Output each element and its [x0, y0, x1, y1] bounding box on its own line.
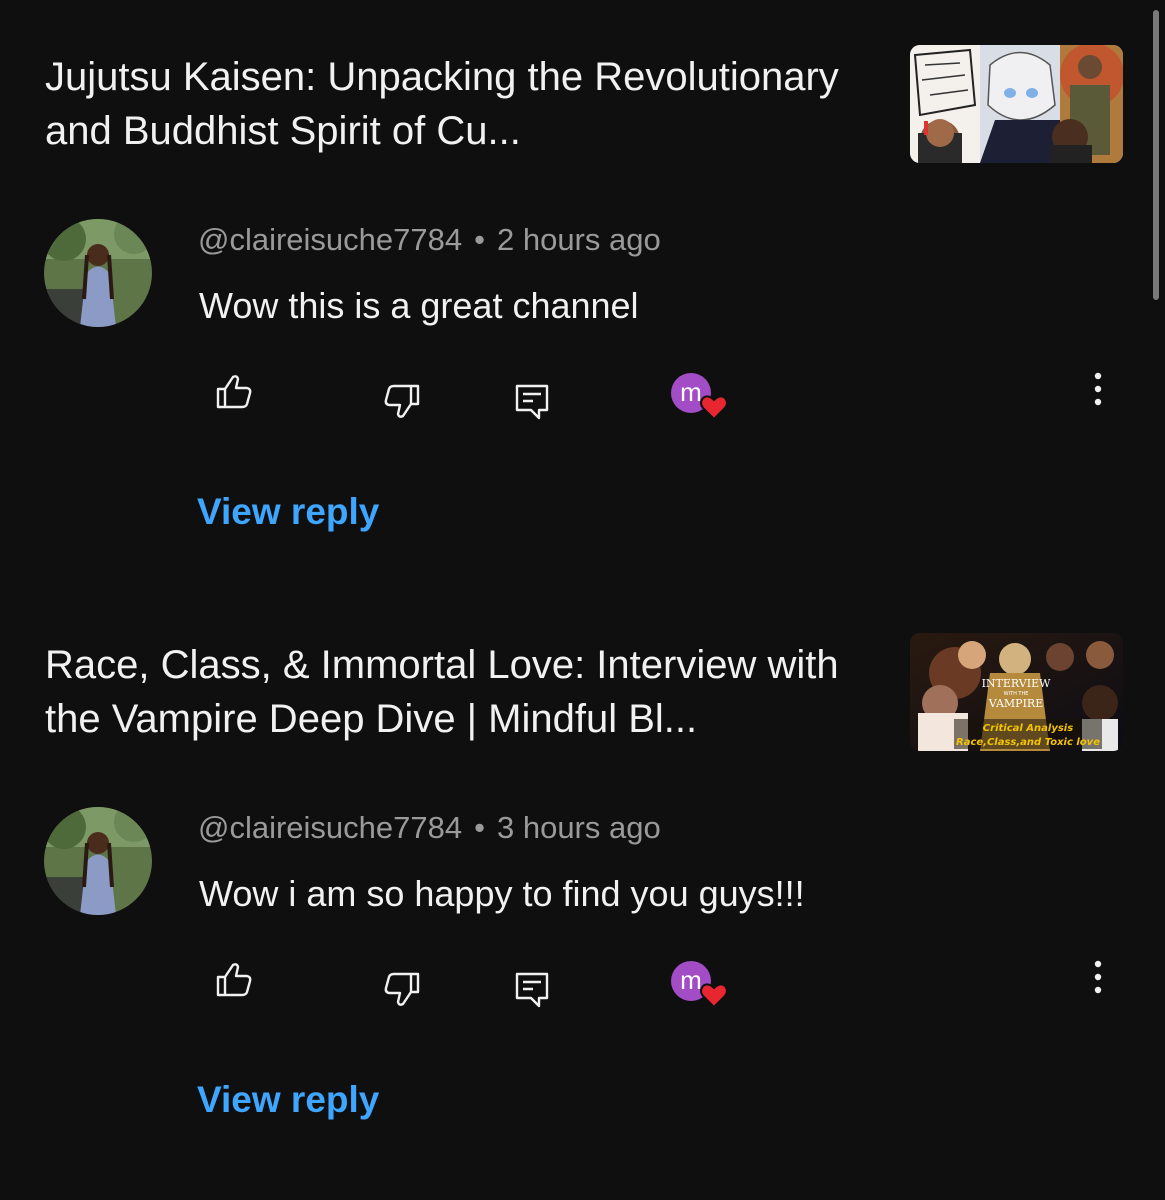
creator-heart-badge: m: [671, 373, 731, 425]
comment-text: Wow this is a great channel: [199, 285, 639, 326]
view-reply-link[interactable]: View reply: [197, 489, 379, 535]
comment-username[interactable]: @claireisuche7784: [198, 810, 462, 845]
thumbnail-caption-1: Critical Analysis: [983, 723, 1073, 734]
view-reply-link[interactable]: View reply: [197, 1077, 379, 1123]
thumbnail-caption-2: Race,Class,and Toxic love: [956, 737, 1100, 748]
thumbs-down-icon: [384, 384, 420, 418]
thumbnail-title-line1: INTERVIEW: [982, 677, 1052, 690]
like-button[interactable]: [212, 957, 256, 1001]
thumbnail-title-line3: VAMPIRE: [988, 697, 1043, 710]
creator-heart-badge: m: [671, 961, 731, 1013]
heart-icon: [700, 395, 728, 421]
dislike-button[interactable]: [380, 380, 424, 424]
more-vert-icon: [1094, 960, 1102, 994]
comment-meta: @claireisuche7784 • 2 hours ago: [198, 218, 661, 262]
video-title[interactable]: Race, Class, & Immortal Love: Interview …: [45, 638, 895, 746]
avatar[interactable]: [44, 219, 152, 327]
video-title[interactable]: Jujutsu Kaisen: Unpacking the Revolution…: [45, 50, 895, 158]
more-options-button[interactable]: [1076, 955, 1120, 999]
comment-block-1: Jujutsu Kaisen: Unpacking the Revolution…: [0, 0, 1165, 588]
reply-icon: [515, 384, 549, 420]
avatar[interactable]: [44, 807, 152, 915]
heart-icon: [700, 983, 728, 1009]
thumbs-up-icon: [216, 963, 252, 997]
like-button[interactable]: [212, 369, 256, 413]
reply-button[interactable]: [511, 380, 555, 424]
comment-username[interactable]: @claireisuche7784: [198, 222, 462, 257]
scrollbar[interactable]: [1153, 10, 1159, 300]
video-thumbnail[interactable]: INTERVIEW WITH THE VAMPIRE Critical Anal…: [910, 633, 1123, 751]
comment-block-2: Race, Class, & Immortal Love: Interview …: [0, 588, 1165, 1176]
comment-meta: @claireisuche7784 • 3 hours ago: [198, 806, 661, 850]
comment-text: Wow i am so happy to find you guys!!!: [199, 873, 805, 914]
more-options-button[interactable]: [1076, 367, 1120, 411]
dislike-button[interactable]: [380, 968, 424, 1012]
comment-time[interactable]: 2 hours ago: [497, 222, 661, 257]
meta-separator: •: [474, 810, 485, 845]
more-vert-icon: [1094, 372, 1102, 406]
thumbs-up-icon: [216, 375, 252, 409]
video-thumbnail[interactable]: [910, 45, 1123, 163]
meta-separator: •: [474, 222, 485, 257]
comment-time[interactable]: 3 hours ago: [497, 810, 661, 845]
reply-icon: [515, 972, 549, 1008]
reply-button[interactable]: [511, 968, 555, 1012]
thumbs-down-icon: [384, 972, 420, 1006]
